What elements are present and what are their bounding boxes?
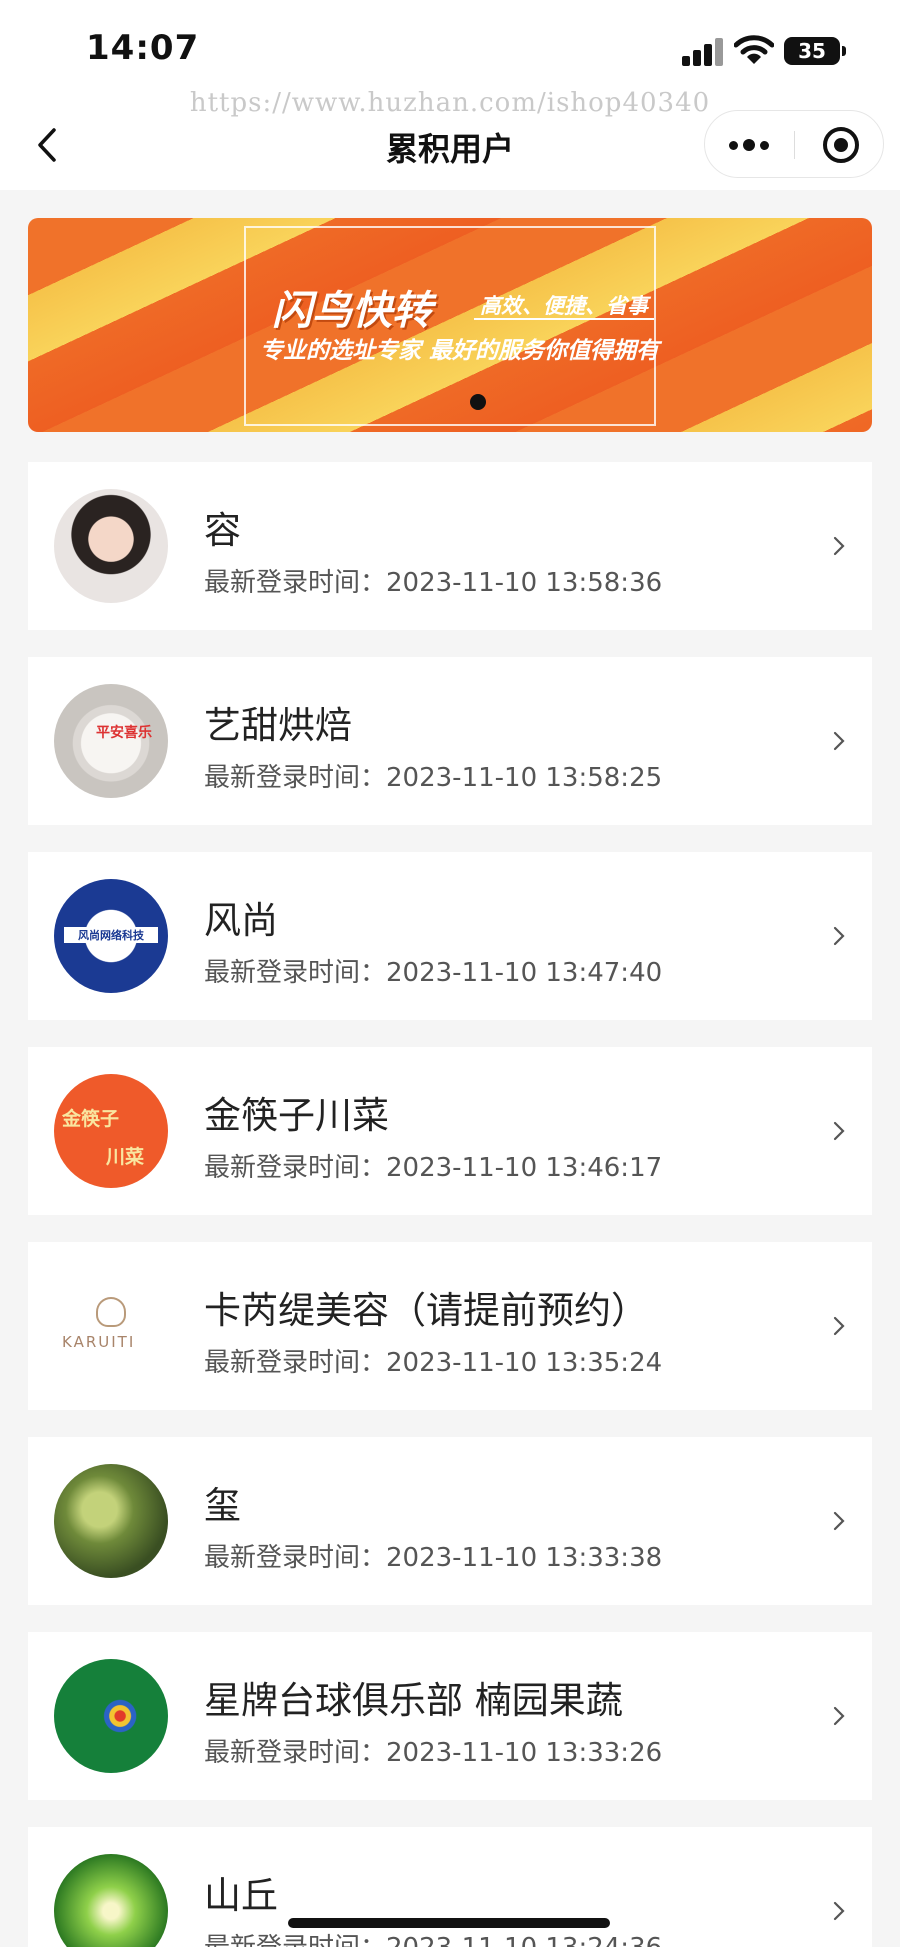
login-time-row: 最新登录时间：2023-11-10 13:33:38 (204, 1537, 662, 1574)
login-time-row: 最新登录时间：2023-11-10 13:46:17 (204, 1147, 662, 1184)
chevron-right-icon (833, 1901, 845, 1921)
chevron-right-icon (833, 731, 845, 751)
login-time: 2023-11-10 13:35:24 (386, 1348, 663, 1378)
signal-icon (682, 38, 724, 66)
chevron-right-icon (833, 1121, 845, 1141)
avatar (54, 1854, 168, 1947)
login-label: 最新登录时间： (204, 1348, 387, 1378)
login-label: 最新登录时间： (204, 1543, 387, 1573)
login-label: 最新登录时间： (204, 958, 387, 988)
battery-level: 35 (798, 39, 826, 63)
list-item[interactable]: 平安喜乐 艺甜烘焙 最新登录时间：2023-11-10 13:58:25 (28, 657, 872, 825)
list-item[interactable]: 金筷子 川菜 金筷子川菜 最新登录时间：2023-11-10 13:46:17 (28, 1047, 872, 1215)
avatar-text-bottom: 川菜 (106, 1146, 145, 1168)
avatar (54, 1464, 168, 1578)
user-name: 金筷子川菜 (204, 1094, 389, 1137)
user-name: 卡芮缇美容（请提前预约） (204, 1289, 648, 1332)
chevron-right-icon (833, 1511, 845, 1531)
avatar: 风尚网络科技 (54, 879, 168, 993)
list-item[interactable]: 风尚网络科技 风尚 最新登录时间：2023-11-10 13:47:40 (28, 852, 872, 1020)
login-label: 最新登录时间： (204, 1933, 386, 1947)
banner-slogan: 专业的选址专家 最好的服务你值得拥有 (260, 338, 660, 364)
promo-banner[interactable]: 闪鸟快转 高效、便捷、省事 专业的选址专家 最好的服务你值得拥有 (28, 218, 872, 432)
login-label: 最新登录时间： (204, 763, 387, 793)
login-time-row: 最新登录时间：2023-11-10 13:58:25 (204, 757, 662, 794)
avatar-text: 平安喜乐 (96, 725, 152, 741)
chevron-right-icon (833, 1706, 845, 1726)
chevron-right-icon (833, 536, 845, 556)
login-time: 2023-11-10 13:58:36 (386, 568, 663, 598)
home-indicator[interactable] (288, 1918, 610, 1928)
close-target-icon[interactable] (823, 127, 859, 163)
user-name: 玺 (204, 1484, 241, 1527)
wifi-icon (734, 35, 774, 64)
banner-tagline: 高效、便捷、省事 (480, 294, 648, 318)
chevron-right-icon (833, 926, 845, 946)
login-label: 最新登录时间： (204, 568, 387, 598)
login-time-row: 最新登录时间：2023-11-10 13:33:26 (204, 1732, 662, 1769)
avatar: 金筷子川菜 (54, 1074, 168, 1188)
battery-icon: 35 (784, 37, 846, 65)
avatar: 平安喜乐 (54, 684, 168, 798)
avatar (54, 1659, 168, 1773)
list-item[interactable]: 山丘 最新登录时间：2023-11-10 13:24:36 (28, 1827, 872, 1947)
user-name: 星牌台球俱乐部 楠园果蔬 (204, 1679, 623, 1722)
login-time: 2023-11-10 13:47:40 (386, 958, 663, 988)
user-name: 容 (204, 509, 241, 552)
login-time: 2023-11-10 13:46:17 (386, 1153, 663, 1183)
avatar (54, 489, 168, 603)
user-name: 艺甜烘焙 (204, 704, 352, 747)
login-label: 最新登录时间： (204, 1738, 387, 1768)
login-time-row: 最新登录时间：2023-11-10 13:24:36 (204, 1927, 662, 1947)
carousel-indicator[interactable] (470, 394, 486, 410)
login-label: 最新登录时间： (204, 1153, 387, 1183)
login-time-row: 最新登录时间：2023-11-10 13:47:40 (204, 952, 662, 989)
list-item[interactable]: KARUITI 卡芮缇美容（请提前预约） 最新登录时间：2023-11-10 1… (28, 1242, 872, 1410)
login-time: 2023-11-10 13:33:38 (386, 1543, 663, 1573)
list-item[interactable]: 星牌台球俱乐部 楠园果蔬 最新登录时间：2023-11-10 13:33:26 (28, 1632, 872, 1800)
banner-divider (474, 318, 654, 320)
login-time: 2023-11-10 13:24:36 (386, 1933, 662, 1947)
user-name: 风尚 (204, 899, 278, 942)
login-time-row: 最新登录时间：2023-11-10 13:35:24 (204, 1342, 662, 1379)
avatar-text-top: 金筷子 (62, 1108, 120, 1130)
list-item[interactable]: 玺 最新登录时间：2023-11-10 13:33:38 (28, 1437, 872, 1605)
avatar: KARUITI (54, 1269, 168, 1383)
mini-program-capsule (704, 110, 884, 178)
login-time: 2023-11-10 13:58:25 (386, 763, 663, 793)
login-time-row: 最新登录时间：2023-11-10 13:58:36 (204, 562, 662, 599)
list-item[interactable]: 容 最新登录时间：2023-11-10 13:58:36 (28, 462, 872, 630)
capsule-divider (794, 131, 795, 159)
login-time: 2023-11-10 13:33:26 (386, 1738, 663, 1768)
top-bar: 14:07 35 https://www.huzhan.com/ishop403… (0, 0, 900, 190)
avatar-text: KARUITI (62, 1333, 136, 1351)
user-list: 容 最新登录时间：2023-11-10 13:58:36 平安喜乐 艺甜烘焙 最… (28, 462, 872, 1947)
avatar-text: 风尚网络科技 (64, 927, 158, 943)
banner-headline: 闪鸟快转 (272, 288, 432, 334)
chevron-right-icon (833, 1316, 845, 1336)
status-time: 14:07 (86, 28, 200, 68)
more-icon[interactable] (705, 111, 793, 179)
user-name: 山丘 (204, 1874, 278, 1917)
lotus-icon (96, 1297, 126, 1327)
